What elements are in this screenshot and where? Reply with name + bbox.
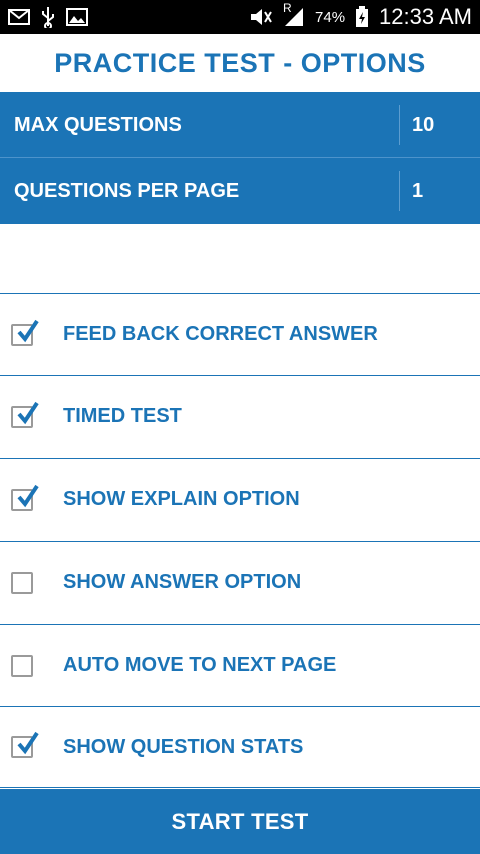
start-test-button[interactable]: START TEST [0,789,480,854]
option-auto-move-next-page[interactable]: AUTO MOVE TO NEXT PAGE [0,624,480,706]
max-questions-label: MAX QUESTIONS [14,113,182,136]
questions-per-page-label: QUESTIONS PER PAGE [14,179,240,202]
checkmark-icon [17,401,39,424]
option-label: SHOW ANSWER OPTION [63,571,302,593]
max-questions-row[interactable]: MAX QUESTIONS 10 [0,92,480,158]
roaming-indicator: R [283,1,292,15]
battery-percent: 74% [315,8,346,26]
checkmark-icon [17,319,39,342]
checkbox[interactable] [11,319,39,346]
option-label: AUTO MOVE TO NEXT PAGE [63,654,337,676]
battery-icon [355,6,369,28]
questions-per-page-row[interactable]: QUESTIONS PER PAGE 1 [0,158,480,224]
questions-per-page-value[interactable]: 1 [400,180,480,203]
max-questions-value[interactable]: 10 [400,114,480,137]
option-show-explain[interactable]: SHOW EXPLAIN OPTION [0,458,480,540]
option-label: SHOW EXPLAIN OPTION [63,488,300,510]
checkmark-icon [17,731,39,755]
clock: 12:33 AM [379,4,472,29]
option-show-answer[interactable]: SHOW ANSWER OPTION [0,541,480,623]
checkmark-icon [17,484,39,507]
option-label: SHOW QUESTION STATS [63,735,304,758]
option-show-question-stats[interactable]: SHOW QUESTION STATS [0,706,480,788]
checkbox[interactable] [11,401,39,428]
mail-icon [8,9,30,25]
usb-icon [40,6,56,28]
option-label: TIMED TEST [63,405,182,427]
status-bar: R 74% 12:33 AM [0,0,480,34]
page-title: PRACTICE TEST - OPTIONS [54,47,426,78]
image-icon [66,8,88,26]
signal-icon: R [283,1,305,27]
checkbox[interactable] [11,571,33,594]
checkbox[interactable] [11,484,39,511]
mute-icon [249,8,273,26]
option-label: FEED BACK CORRECT ANSWER [63,323,378,345]
option-timed-test[interactable]: TIMED TEST [0,375,480,457]
checkbox[interactable] [11,731,39,758]
option-feedback-correct-answer[interactable]: FEED BACK CORRECT ANSWER [0,293,480,375]
checkbox[interactable] [11,654,33,677]
